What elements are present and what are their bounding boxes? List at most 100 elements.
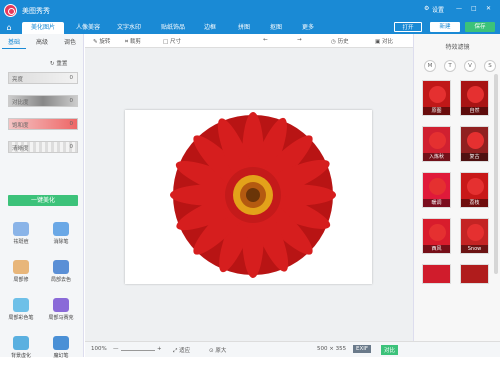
- brightness-slider[interactable]: 亮度 0: [8, 72, 78, 84]
- redo-icon[interactable]: →: [297, 37, 302, 43]
- filter-tab-t[interactable]: T: [444, 60, 456, 72]
- zoom-slider[interactable]: [121, 350, 155, 351]
- decolor-icon: [53, 260, 69, 274]
- contrast-slider[interactable]: 对比度 0: [8, 95, 78, 107]
- save-button[interactable]: 保存: [465, 22, 495, 32]
- filter-preview: [467, 224, 484, 241]
- filter-panel-title: 特效滤镜: [445, 44, 470, 51]
- minimize-icon[interactable]: —: [456, 5, 462, 12]
- filter-thumb[interactable]: 西风: [422, 218, 451, 254]
- rotate-button[interactable]: ✎ 旋转: [93, 37, 110, 45]
- home-icon[interactable]: ⌂: [3, 22, 15, 33]
- title-bar: 美图秀秀 ⚙ 设置 — □ ✕ ⌂ 美化图片 人像美容 文字水印 贴纸饰品 边框…: [0, 0, 500, 34]
- zoom-out-icon[interactable]: —: [113, 346, 119, 352]
- eraser-icon: [53, 222, 69, 236]
- settings-label[interactable]: 设置: [432, 5, 444, 14]
- crop-label: 裁剪: [129, 39, 141, 45]
- tool-label: 消除笔: [53, 239, 69, 245]
- contrast-value: 0: [69, 98, 74, 104]
- tab-more[interactable]: 更多: [294, 22, 322, 34]
- reset-button[interactable]: ↻ 重置: [50, 59, 67, 67]
- tool-spot-removal[interactable]: 祛斑痘: [5, 222, 37, 252]
- filter-thumb[interactable]: 自然: [460, 80, 489, 116]
- tab-beautify[interactable]: 美化图片: [22, 22, 64, 34]
- tool-bg-blur[interactable]: 背景虚化: [5, 336, 37, 366]
- filter-tab-v[interactable]: V: [464, 60, 476, 72]
- tab-frame[interactable]: 边框: [196, 22, 224, 34]
- size-button[interactable]: □ 尺寸: [163, 37, 181, 45]
- tool-local-fix[interactable]: 局部修: [5, 260, 37, 290]
- tool-mosaic[interactable]: 局部马赛克: [45, 298, 77, 328]
- magic-pen-icon: [53, 336, 69, 350]
- tool-color-pen[interactable]: 局部彩色笔: [5, 298, 37, 328]
- maximize-icon[interactable]: □: [471, 5, 477, 12]
- tool-label: 局部彩色笔: [8, 315, 34, 321]
- sharpness-label: 清晰度: [12, 146, 29, 152]
- tool-magic-pen[interactable]: 魔幻笔: [45, 336, 77, 366]
- contrast-label: 对比度: [12, 100, 29, 106]
- filter-label: 暖调: [423, 199, 450, 207]
- filter-label: 复古: [461, 153, 488, 161]
- filter-label: 自然: [461, 107, 488, 115]
- tab-basic[interactable]: 基础: [2, 37, 26, 48]
- filter-thumb[interactable]: 暖调: [422, 172, 451, 208]
- zoom-in-icon[interactable]: +: [157, 346, 162, 352]
- bottom-compare-button[interactable]: 对比: [381, 345, 399, 355]
- photo-image[interactable]: [125, 110, 372, 284]
- filter-label: 荔枝: [461, 199, 488, 207]
- tab-portrait[interactable]: 人像美容: [70, 22, 106, 34]
- crop-button[interactable]: ⌗ 裁剪: [125, 37, 141, 46]
- color-pen-icon: [13, 298, 29, 312]
- sharpness-slider[interactable]: 清晰度 0: [8, 141, 78, 153]
- brightness-label: 亮度: [12, 77, 24, 83]
- original-label: 原大: [215, 348, 227, 354]
- tool-eraser[interactable]: 消除笔: [45, 222, 77, 252]
- mosaic-icon: [53, 298, 69, 312]
- undo-icon[interactable]: ←: [263, 37, 268, 43]
- tab-text[interactable]: 文字水印: [110, 22, 148, 34]
- saturation-slider[interactable]: 饱和度 0: [8, 118, 78, 130]
- compare-button[interactable]: ▣ 对比: [375, 37, 393, 45]
- filter-label: 西风: [423, 245, 450, 253]
- tab-cutout[interactable]: 抠图: [262, 22, 290, 34]
- filter-thumb[interactable]: [460, 264, 489, 284]
- zoom-level: 100%: [91, 346, 107, 352]
- filter-thumb[interactable]: 入炼秋: [422, 126, 451, 162]
- settings-icon[interactable]: ⚙: [424, 5, 429, 12]
- saturation-label: 饱和度: [12, 123, 29, 129]
- tab-sticker[interactable]: 贴纸饰品: [154, 22, 192, 34]
- compare-label: 对比: [381, 39, 393, 45]
- new-button[interactable]: 新建: [430, 22, 460, 32]
- image-dimensions: 500 × 355: [317, 346, 347, 352]
- app-title: 美图秀秀: [22, 7, 50, 15]
- tab-advanced[interactable]: 高级: [30, 37, 54, 48]
- one-click-beautify-button[interactable]: 一键美化: [8, 195, 78, 206]
- original-size-button[interactable]: ⊙ 原大: [209, 346, 226, 354]
- filter-preview: [467, 178, 484, 195]
- filter-tab-m[interactable]: M: [424, 60, 436, 72]
- filter-scrollbar[interactable]: [494, 74, 498, 274]
- exif-button[interactable]: EXIF: [353, 345, 372, 353]
- active-tab-underline: [2, 48, 26, 49]
- tab-color[interactable]: 调色: [58, 37, 82, 48]
- filter-thumb[interactable]: 原图: [422, 80, 451, 116]
- filter-thumb[interactable]: [422, 264, 451, 284]
- tool-label: 祛斑痘: [13, 239, 29, 245]
- filter-preview: [429, 224, 446, 241]
- filter-tab-s[interactable]: S: [484, 60, 496, 72]
- filter-panel: 特效滤镜 M T V S 原图 自然 入炼秋 复古 暖调 荔枝 西风 Snow: [413, 34, 500, 341]
- filter-preview: [429, 132, 446, 149]
- red-flower-image: [170, 112, 336, 278]
- close-icon[interactable]: ✕: [486, 5, 491, 12]
- filter-thumb[interactable]: 荔枝: [460, 172, 489, 208]
- tab-collage[interactable]: 拼图: [230, 22, 258, 34]
- filter-thumb[interactable]: Snow: [460, 218, 489, 254]
- fit-button[interactable]: ⤢ 适应: [173, 346, 190, 355]
- filter-label: 原图: [423, 107, 450, 115]
- rotate-label: 旋转: [99, 39, 111, 45]
- filter-thumb[interactable]: 复古: [460, 126, 489, 162]
- tool-local-decolor[interactable]: 局部去色: [45, 260, 77, 290]
- history-button[interactable]: ◷ 历史: [331, 37, 349, 45]
- open-button[interactable]: 打开: [394, 22, 422, 32]
- fit-label: 适应: [179, 348, 191, 354]
